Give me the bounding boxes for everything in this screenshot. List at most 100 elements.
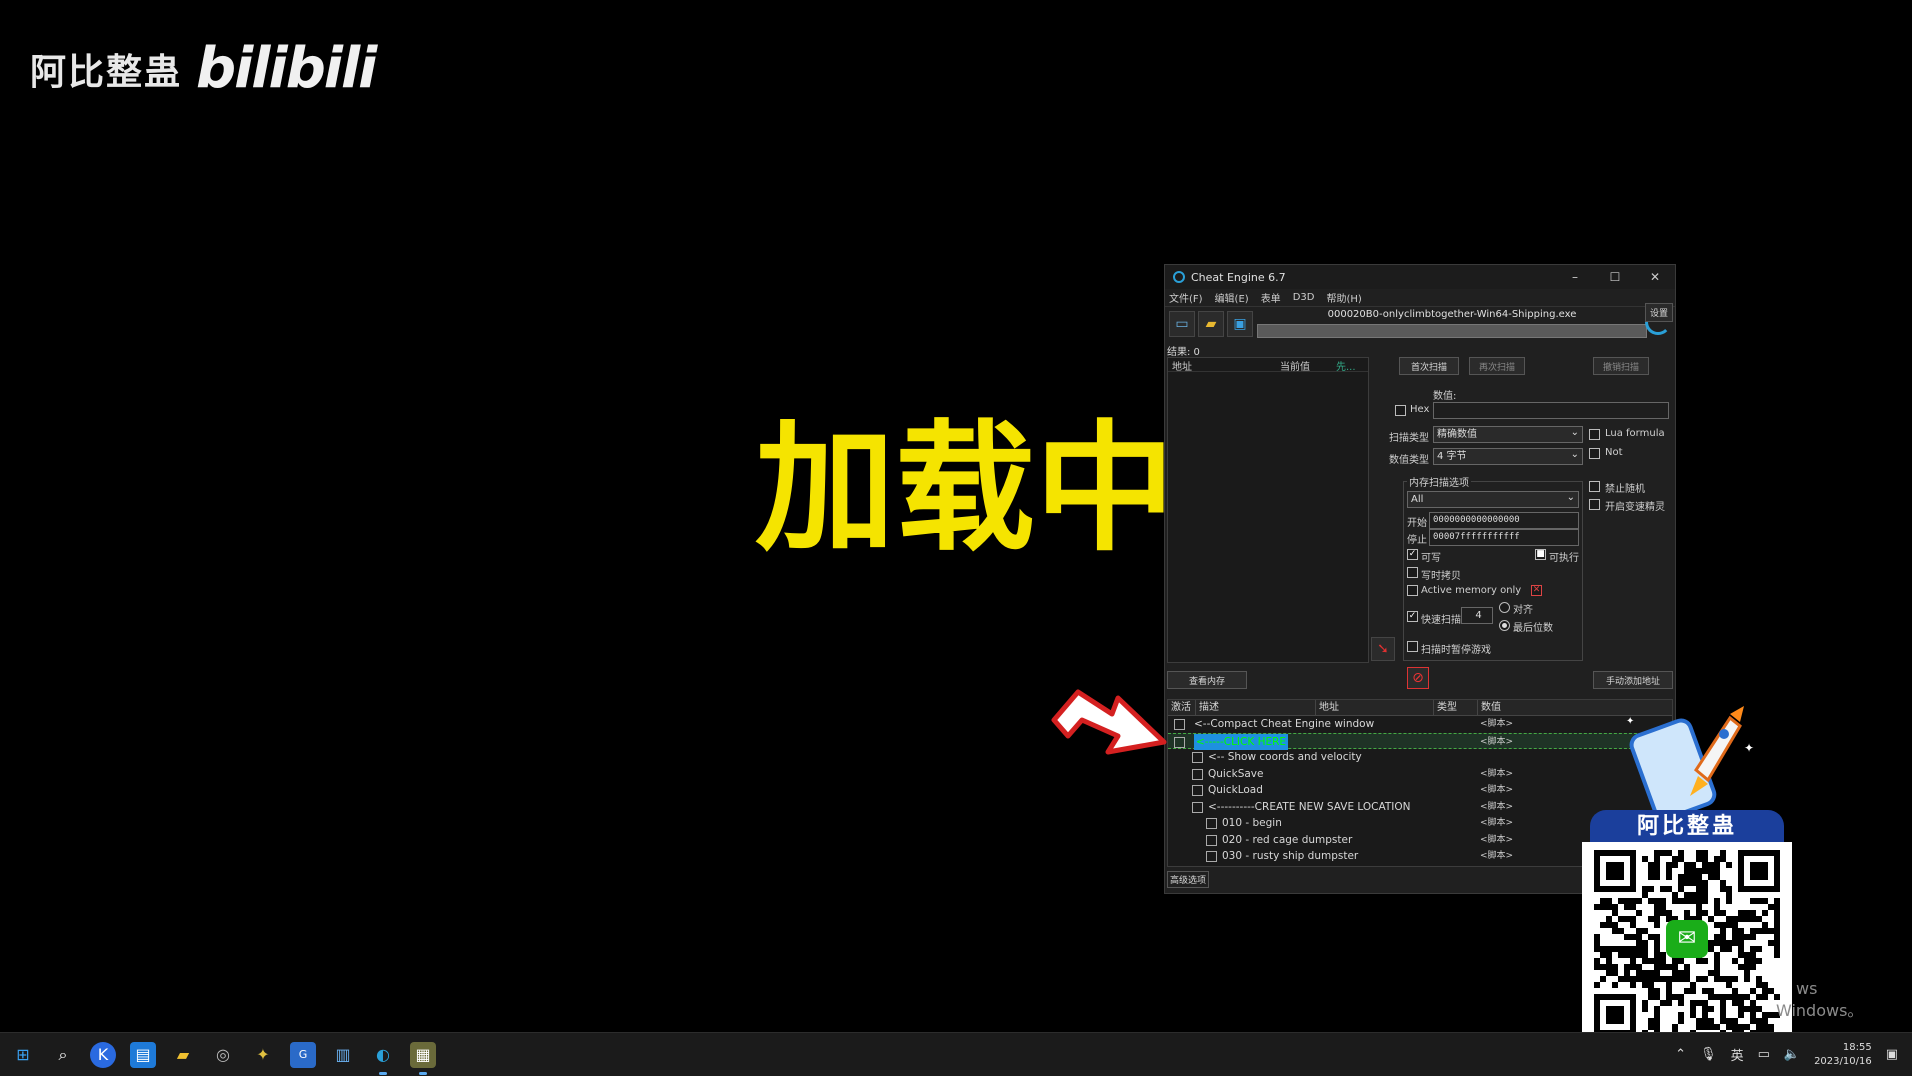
chrome-icon[interactable]: ◎ [210,1042,236,1068]
select-process-button[interactable]: ▭ [1169,311,1195,337]
col-type[interactable]: 类型 [1434,700,1478,715]
clock-date: 2023/10/16 [1814,1055,1872,1067]
row-active-checkbox[interactable] [1206,834,1217,846]
stop-icon[interactable]: ⊘ [1407,667,1429,689]
view-memory-button[interactable]: 查看内存 [1167,671,1247,689]
menu-help[interactable]: 帮助(H) [1326,290,1361,305]
next-scan-button[interactable]: 再次扫描 [1469,357,1525,375]
windows-watermark-line2: Windows。 [1776,1001,1864,1020]
row-active-checkbox[interactable] [1206,818,1217,829]
row-active-checkbox[interactable] [1174,719,1185,730]
clock[interactable]: 18:55 2023/10/16 [1814,1041,1872,1069]
hex-checkbox[interactable] [1395,405,1406,416]
scan-progress-bar [1257,324,1647,338]
memory-region-select[interactable]: All [1407,490,1579,508]
promo-qr-card: ✦ ✦ 阿比整蛊 ✉ [1582,704,1792,1050]
copy-on-write-checkbox[interactable] [1407,567,1418,578]
row-description: <----------CREATE NEW SAVE LOCATION [1208,800,1411,813]
active-memory-checkbox[interactable] [1407,585,1418,596]
open-file-button[interactable]: ▰ [1198,311,1224,337]
row-active-checkbox[interactable] [1192,752,1203,763]
lua-formula-checkbox[interactable] [1589,429,1600,440]
microphone-icon[interactable]: 🎙 [1700,1047,1717,1062]
folder-icon: ▰ [1205,316,1217,332]
save-file-button[interactable]: ▣ [1227,311,1253,337]
clear-icon[interactable]: ✕ [1531,585,1542,596]
row-description: <-----CLICK HERE [1194,733,1289,750]
taskbar: ⊞ ⌕ K ▤ ▰ ◎ ✦ G ▥ ◐ ▦ ⌃ 🎙 英 ▭ 🔈 18:55 20… [0,1032,1912,1076]
align-radio[interactable] [1499,602,1510,613]
col-address[interactable]: 地址 [1316,700,1434,715]
menu-table[interactable]: 表单 [1261,290,1281,305]
settings-button[interactable]: 设置 [1644,303,1673,322]
tray-chevron-icon[interactable]: ⌃ [1675,1047,1686,1062]
speedhack-checkbox[interactable] [1589,499,1600,510]
loading-overlay-text: 加载中 [755,408,1176,571]
writable-checkbox[interactable]: ✓ [1407,549,1418,560]
last-digits-label: 最后位数 [1513,623,1553,634]
fast-scan-checkbox[interactable]: ✓ [1407,611,1418,622]
fast-scan-alignment-input[interactable]: 4 [1461,607,1493,624]
maximize-button[interactable]: ☐ [1595,270,1635,284]
scan-type-select[interactable]: 精确数值 [1433,425,1583,443]
col-active[interactable]: 激活 [1168,700,1196,715]
row-value: <脚本> [1480,801,1514,812]
window-title: Cheat Engine 6.7 [1191,270,1286,284]
scan-type-label: 扫描类型 [1389,433,1429,444]
col-description[interactable]: 描述 [1196,700,1316,715]
not-checkbox[interactable] [1589,448,1600,459]
row-description: 010 - begin [1222,817,1282,829]
store-icon[interactable]: ▤ [130,1041,156,1068]
qr-code[interactable]: ✉ [1582,842,1792,1050]
notepad-icon[interactable]: ▥ [330,1042,356,1068]
cheat-engine-icon[interactable]: ◐ [370,1042,396,1075]
results-list[interactable]: 地址 当前值 先... [1167,357,1369,663]
value-type-select[interactable]: 4 字节 [1433,447,1583,465]
start-icon[interactable]: ⊞ [10,1042,36,1068]
menu-edit[interactable]: 编辑(E) [1215,290,1249,305]
game-icon[interactable]: G [290,1041,316,1068]
menu-file[interactable]: 文件(F) [1169,290,1203,305]
pause-game-checkbox[interactable] [1407,641,1418,652]
advanced-options-button[interactable]: 高级选项 [1167,871,1210,888]
first-scan-button[interactable]: 首次扫描 [1399,357,1459,375]
row-active-checkbox[interactable] [1192,768,1203,780]
undo-scan-button[interactable]: 撤销扫描 [1593,357,1649,375]
menu-d3d[interactable]: D3D [1293,292,1315,303]
notification-icon[interactable]: ▣ [1886,1047,1898,1062]
clock-time: 18:55 [1842,1041,1872,1053]
row-value: <脚本> [1480,736,1514,747]
search-icon[interactable]: ⌕ [50,1042,76,1068]
image-app-icon[interactable]: ▦ [410,1041,436,1075]
value-input[interactable] [1433,402,1669,419]
pointer-arrow-button[interactable]: ➘ [1371,637,1395,661]
tool-icon[interactable]: ✦ [250,1042,276,1068]
folder-icon[interactable]: ▰ [170,1042,196,1068]
bilibili-watermark: 阿比整蛊 bilibili [30,36,377,101]
start-address-input[interactable]: 0000000000000000 [1429,512,1579,529]
add-address-manually-button[interactable]: 手动添加地址 [1593,671,1673,689]
close-button[interactable]: ✕ [1635,270,1675,284]
col-previous[interactable]: 先... [1332,358,1368,373]
no-random-checkbox[interactable] [1589,481,1600,492]
volume-icon[interactable]: 🔈 [1784,1047,1800,1062]
executable-checkbox[interactable]: ■ [1535,549,1546,560]
speedhack-label: 开启变速精灵 [1605,502,1665,513]
row-active-checkbox[interactable] [1206,851,1217,862]
start-label: 开始 [1407,518,1427,529]
col-current-value[interactable]: 当前值 [1276,358,1332,373]
ime-indicator[interactable]: 英 [1731,1045,1744,1064]
minimize-button[interactable]: – [1555,270,1595,284]
no-random-label: 禁止随机 [1605,484,1645,495]
network-icon[interactable]: ▭ [1758,1047,1770,1062]
row-active-checkbox[interactable] [1174,736,1185,748]
row-active-checkbox[interactable] [1192,785,1203,796]
align-label: 对齐 [1513,605,1533,616]
k-app-icon[interactable]: K [90,1041,116,1068]
stop-address-input[interactable]: 00007fffffffffff [1429,529,1579,546]
col-address[interactable]: 地址 [1168,358,1276,373]
row-active-checkbox[interactable] [1192,801,1203,813]
active-memory-label: Active memory only [1421,585,1522,596]
last-digits-radio[interactable] [1499,620,1510,631]
copy-on-write-label: 写时拷贝 [1421,571,1461,582]
